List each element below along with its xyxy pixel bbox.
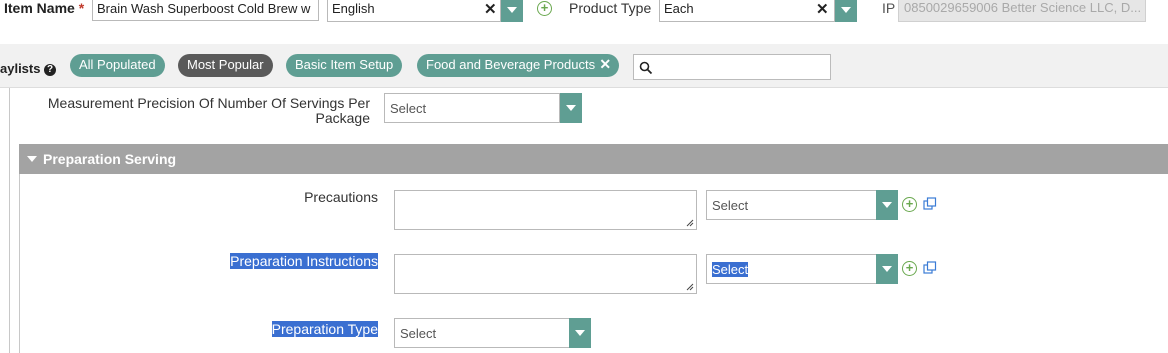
left-border: [9, 88, 10, 353]
form-content: Measurement Precision Of Number Of Servi…: [0, 88, 1168, 353]
chip-most-popular[interactable]: Most Popular: [178, 54, 273, 77]
preparation-serving-section: Precautions Select + Preparation Instruc…: [19, 174, 1168, 353]
preparation-type-select[interactable]: Select: [394, 318, 570, 348]
precautions-label: Precautions: [304, 189, 378, 205]
chip-all-populated[interactable]: All Populated: [70, 54, 165, 77]
preparation-type-label: Preparation Type: [271, 321, 378, 337]
preparation-instructions-copy-icon[interactable]: [923, 261, 937, 275]
resize-grip-icon[interactable]: [686, 283, 694, 291]
measurement-precision-label: Measurement Precision Of Number Of Servi…: [47, 95, 370, 126]
language-select[interactable]: English: [327, 0, 501, 22]
section-header-preparation-serving[interactable]: Preparation Serving: [19, 144, 1168, 174]
help-icon[interactable]: ?: [44, 64, 57, 76]
item-name-input[interactable]: Brain Wash Superboost Cold Brew w: [92, 0, 319, 21]
preparation-instructions-textarea[interactable]: [394, 254, 697, 294]
preparation-type-dropdown-button[interactable]: [569, 318, 591, 348]
chip-food-and-beverage-products[interactable]: Food and Beverage Products ✕: [417, 54, 620, 77]
chip-remove-icon[interactable]: ✕: [599, 56, 611, 73]
product-type-dropdown-button[interactable]: [835, 0, 857, 22]
preparation-instructions-add-icon[interactable]: +: [902, 261, 917, 276]
search-icon: [639, 61, 653, 75]
chip-label: Food and Beverage Products: [426, 57, 596, 72]
playlist-search-input[interactable]: [633, 54, 831, 80]
product-type-clear-icon[interactable]: ✕: [816, 0, 829, 18]
measurement-precision-select[interactable]: Select: [384, 93, 560, 123]
add-language-icon[interactable]: +: [537, 1, 552, 16]
playlist-filter-bar: aylists ? All Populated Most Popular Bas…: [0, 44, 1168, 88]
measurement-precision-dropdown-button[interactable]: [560, 93, 582, 123]
playlists-label: aylists ?: [0, 61, 57, 76]
preparation-instructions-label: Preparation Instructions: [230, 253, 378, 269]
precautions-dropdown-button[interactable]: [876, 190, 898, 220]
language-clear-icon[interactable]: ✕: [484, 0, 497, 18]
precautions-copy-icon[interactable]: [923, 197, 937, 211]
ip-label: IP: [882, 0, 896, 16]
product-type-label: Product Type: [569, 0, 652, 16]
chip-basic-item-setup[interactable]: Basic Item Setup: [286, 54, 403, 77]
preparation-instructions-dropdown-button[interactable]: [876, 254, 898, 284]
language-dropdown-button[interactable]: [501, 0, 523, 22]
precautions-textarea[interactable]: [394, 190, 697, 230]
precautions-language-select[interactable]: Select: [706, 190, 878, 220]
ip-field: 0850029659006 Better Science LLC, D...: [898, 0, 1146, 22]
precautions-add-icon[interactable]: +: [902, 197, 917, 212]
collapse-caret-icon: [27, 156, 37, 162]
item-header-bar: Item Name * Brain Wash Superboost Cold B…: [0, 0, 1168, 40]
product-type-select[interactable]: Each: [659, 0, 835, 22]
item-name-label: Item Name *: [4, 0, 85, 16]
preparation-instructions-language-select[interactable]: Select: [706, 254, 878, 284]
resize-grip-icon[interactable]: [686, 219, 694, 227]
